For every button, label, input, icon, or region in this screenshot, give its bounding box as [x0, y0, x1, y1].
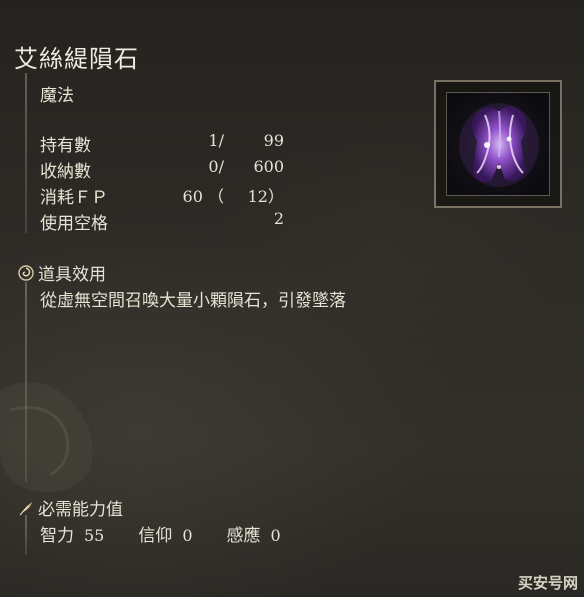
stat-held-label: 持有數 [40, 136, 91, 156]
req-arcane-value: 0 [270, 526, 281, 545]
stat-slots-label: 使用空格 [40, 214, 108, 234]
stat-stored: 收納數 0/ 600 [40, 157, 300, 183]
requirements-row: 智力 55 信仰 0 感應 0 [40, 521, 315, 546]
req-faith-label: 信仰 [138, 526, 173, 546]
title-guide-line [25, 73, 27, 233]
feather-icon [19, 501, 32, 515]
stat-held-current: 1/ [208, 131, 224, 150]
stat-stored-max: 600 [253, 157, 284, 176]
stat-stored-label: 收納數 [40, 162, 91, 182]
item-icon-frame [434, 80, 562, 208]
effect-description: 從虛無空間召喚大量小顆隕石，引發墜落 [40, 291, 346, 311]
effect-heading-text: 道具效用 [38, 265, 106, 285]
req-intelligence-value: 55 [84, 526, 105, 545]
stats-panel: 持有數 1/ 99 收納數 0/ 600 消耗ＦＰ 60 （ 12） 使用空格 … [40, 131, 300, 235]
stat-held: 持有數 1/ 99 [40, 131, 300, 157]
stat-slots-value: 2 [273, 209, 284, 228]
watermark: 买安号网 [517, 574, 578, 592]
stat-fp-extra: 12） [247, 187, 284, 206]
stat-fp-main: 60 （ [182, 187, 224, 206]
requirements-guide-line [25, 515, 27, 555]
req-faith-value: 0 [182, 526, 193, 545]
meteorite-sorcery-icon [459, 103, 539, 187]
swirl-icon [18, 264, 34, 281]
effect-heading: 道具效用 [18, 260, 106, 285]
req-arcane-label: 感應 [226, 526, 261, 546]
stat-slots: 使用空格 2 [40, 209, 300, 235]
req-intelligence-label: 智力 [40, 526, 74, 546]
stat-stored-current: 0/ [208, 157, 224, 176]
stat-held-max: 99 [263, 131, 284, 150]
stat-fp-label: 消耗ＦＰ [40, 188, 108, 208]
item-icon-background [446, 92, 550, 196]
item-category: 魔法 [40, 86, 74, 106]
stat-fp: 消耗ＦＰ 60 （ 12） [40, 183, 300, 209]
background-decoration [0, 382, 93, 493]
effect-guide-line [25, 282, 27, 482]
item-name: 艾絲緹隕石 [14, 45, 139, 73]
requirements-heading-text: 必需能力值 [38, 500, 123, 520]
requirements-heading: 必需能力值 [18, 495, 123, 520]
